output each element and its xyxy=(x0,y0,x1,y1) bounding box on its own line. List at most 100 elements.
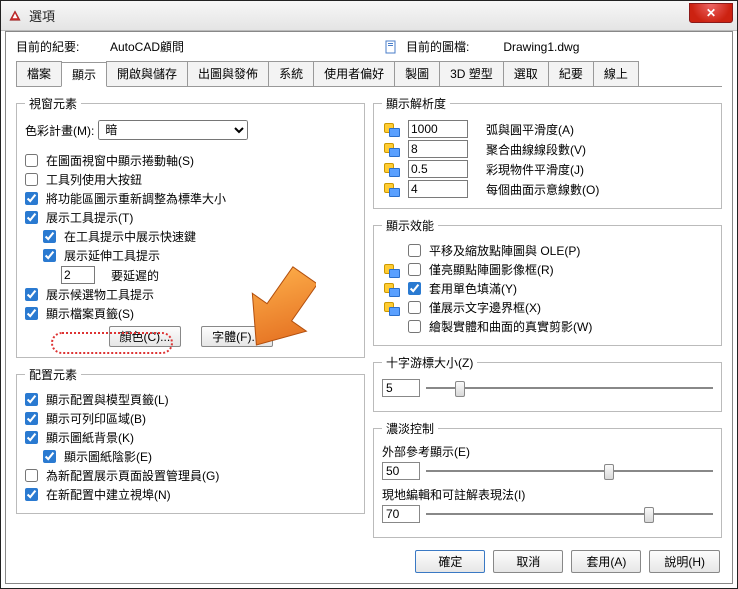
color-scheme-label: 色彩計畫(M): xyxy=(25,122,94,139)
left-column: 視窗元素 色彩計畫(M): 暗 在圖面視窗中顯示捲動軸(S) 工具列使用大按鈕 … xyxy=(16,95,365,546)
chk-true-silhouette-label: 繪製實體和曲面的真實剪影(W) xyxy=(429,318,592,335)
chk-page-setup-mgr[interactable] xyxy=(25,469,38,482)
render-smoothness-input[interactable] xyxy=(408,160,468,178)
chk-scrollbars[interactable] xyxy=(25,154,38,167)
chk-tooltip-shortcut-label: 在工具提示中展示快速鍵 xyxy=(64,228,196,245)
file-icon xyxy=(384,40,398,54)
help-button[interactable]: 說明(H) xyxy=(649,550,720,573)
group-display-performance-legend: 顯示效能 xyxy=(382,217,438,234)
slider-thumb[interactable] xyxy=(604,464,614,480)
group-display-resolution: 顯示解析度 弧與圓平滑度(A) 聚合曲線線段數(V) 彩現物件平滑度(J) 每個… xyxy=(373,95,722,209)
dialog-body: 目前的紀要: AutoCAD顧問 目前的圖檔: Drawing1.dwg 檔案 … xyxy=(5,31,733,584)
chk-layout-tabs-label: 顯示配置與模型頁籤(L) xyxy=(46,391,169,408)
chk-paper-bg[interactable] xyxy=(25,431,38,444)
inplace-edit-value[interactable]: 70 xyxy=(382,505,420,523)
chk-file-tabs-label: 顯示檔案頁籤(S) xyxy=(46,305,134,322)
tab-plot[interactable]: 出圖與發佈 xyxy=(187,61,269,86)
fonts-button[interactable]: 字體(F)... xyxy=(201,326,272,347)
ext-tooltip-delay-input[interactable] xyxy=(61,266,95,284)
chk-page-setup-mgr-label: 為新配置展示頁面設置管理員(G) xyxy=(46,467,219,484)
chk-pan-raster-label: 平移及縮放點陣圖與 OLE(P) xyxy=(429,242,580,259)
render-smoothness-label: 彩現物件平滑度(J) xyxy=(486,161,584,178)
arc-smoothness-label: 弧與圓平滑度(A) xyxy=(486,121,574,138)
group-fade-control-legend: 濃淡控制 xyxy=(382,420,438,437)
dwg-icon xyxy=(382,161,400,177)
colors-button[interactable]: 顏色(C)... xyxy=(109,326,182,347)
chk-resize-icons[interactable] xyxy=(25,192,38,205)
tab-selection[interactable]: 選取 xyxy=(503,61,549,86)
chk-hover-tooltip[interactable] xyxy=(25,288,38,301)
tab-3d[interactable]: 3D 塑型 xyxy=(439,61,504,86)
tab-display[interactable]: 顯示 xyxy=(61,62,107,87)
crosshair-size-value[interactable]: 5 xyxy=(382,379,420,397)
chk-solid-fill-label: 套用單色填滿(Y) xyxy=(429,280,517,297)
color-scheme-select[interactable]: 暗 xyxy=(98,120,248,140)
chk-highlight-frame-label: 僅亮顯點陣圖影像框(R) xyxy=(429,261,554,278)
group-display-resolution-legend: 顯示解析度 xyxy=(382,95,450,112)
tab-online[interactable]: 線上 xyxy=(593,61,639,86)
tab-userpref[interactable]: 使用者偏好 xyxy=(313,61,395,86)
slider-thumb[interactable] xyxy=(455,381,465,397)
chk-true-silhouette[interactable] xyxy=(408,320,421,333)
group-display-performance: 顯示效能 平移及縮放點陣圖與 OLE(P) 僅亮顯點陣圖影像框(R) 套用單色填… xyxy=(373,217,722,346)
tab-drafting[interactable]: 製圖 xyxy=(394,61,440,86)
group-fade-control: 濃淡控制 外部參考顯示(E) 50 現地編輯和可註解表現法(I) 70 xyxy=(373,420,722,538)
group-window-elements: 視窗元素 色彩計畫(M): 暗 在圖面視窗中顯示捲動軸(S) 工具列使用大按鈕 … xyxy=(16,95,365,358)
dwg-icon xyxy=(382,281,400,297)
tab-system[interactable]: 系統 xyxy=(268,61,314,86)
xref-display-value[interactable]: 50 xyxy=(382,462,420,480)
chk-highlight-frame[interactable] xyxy=(408,263,421,276)
current-profile-label: 目前的紀要: xyxy=(16,38,106,55)
chk-resize-icons-label: 將功能區圖示重新調整為標準大小 xyxy=(46,190,226,207)
arc-smoothness-input[interactable] xyxy=(408,120,468,138)
group-layout-elements-legend: 配置元素 xyxy=(25,366,81,383)
panel-display: 視窗元素 色彩計畫(M): 暗 在圖面視窗中顯示捲動軸(S) 工具列使用大按鈕 … xyxy=(16,87,722,546)
tab-open-save[interactable]: 開啟與儲存 xyxy=(106,61,188,86)
chk-create-viewport[interactable] xyxy=(25,488,38,501)
dwg-icon xyxy=(382,262,400,278)
dwg-icon xyxy=(382,300,400,316)
tab-strip: 檔案 顯示 開啟與儲存 出圖與發佈 系統 使用者偏好 製圖 3D 塑型 選取 紀… xyxy=(16,61,722,87)
polyline-segments-input[interactable] xyxy=(408,140,468,158)
chk-paper-shadow[interactable] xyxy=(43,450,56,463)
ok-button[interactable]: 確定 xyxy=(415,550,485,573)
chk-solid-fill[interactable] xyxy=(408,282,421,295)
group-crosshair-size: 十字游標大小(Z) 5 xyxy=(373,354,722,412)
chk-tooltip-extended[interactable] xyxy=(43,249,56,262)
crosshair-size-slider[interactable] xyxy=(426,379,713,397)
chk-pan-raster[interactable] xyxy=(408,244,421,257)
ext-tooltip-delay-label: 要延遲的 xyxy=(111,267,159,284)
contour-lines-input[interactable] xyxy=(408,180,468,198)
chk-tooltips[interactable] xyxy=(25,211,38,224)
chk-tooltip-shortcut[interactable] xyxy=(43,230,56,243)
dwg-icon xyxy=(382,141,400,157)
group-layout-elements: 配置元素 顯示配置與模型頁籤(L) 顯示可列印區域(B) 顯示圖紙背景(K) 顯… xyxy=(16,366,365,514)
contour-lines-label: 每個曲面示意線數(O) xyxy=(486,181,599,198)
group-crosshair-size-legend: 十字游標大小(Z) xyxy=(382,354,477,371)
cancel-button[interactable]: 取消 xyxy=(493,550,563,573)
group-window-elements-legend: 視窗元素 xyxy=(25,95,81,112)
window-title: 選項 xyxy=(29,6,55,25)
app-icon xyxy=(7,8,23,24)
chk-text-boundary[interactable] xyxy=(408,301,421,314)
current-drawing-label: 目前的圖檔: xyxy=(406,38,469,55)
inplace-edit-slider[interactable] xyxy=(426,505,713,523)
dwg-icon xyxy=(382,181,400,197)
options-dialog: 選項 目前的紀要: AutoCAD顧問 目前的圖檔: Drawing1.dwg … xyxy=(0,0,738,589)
chk-hover-tooltip-label: 展示候選物工具提示 xyxy=(46,286,154,303)
current-drawing-value: Drawing1.dwg xyxy=(503,40,579,54)
close-button[interactable] xyxy=(689,3,733,23)
chk-tooltip-extended-label: 展示延伸工具提示 xyxy=(64,247,160,264)
chk-large-buttons[interactable] xyxy=(25,173,38,186)
right-column: 顯示解析度 弧與圓平滑度(A) 聚合曲線線段數(V) 彩現物件平滑度(J) 每個… xyxy=(373,95,722,546)
titlebar[interactable]: 選項 xyxy=(1,1,737,31)
tab-file[interactable]: 檔案 xyxy=(16,61,62,86)
xref-display-label: 外部參考顯示(E) xyxy=(382,443,713,460)
chk-file-tabs[interactable] xyxy=(25,307,38,320)
xref-display-slider[interactable] xyxy=(426,462,713,480)
chk-printable-area[interactable] xyxy=(25,412,38,425)
chk-layout-tabs[interactable] xyxy=(25,393,38,406)
slider-thumb[interactable] xyxy=(644,507,654,523)
tab-profiles[interactable]: 紀要 xyxy=(548,61,594,86)
apply-button[interactable]: 套用(A) xyxy=(571,550,641,573)
